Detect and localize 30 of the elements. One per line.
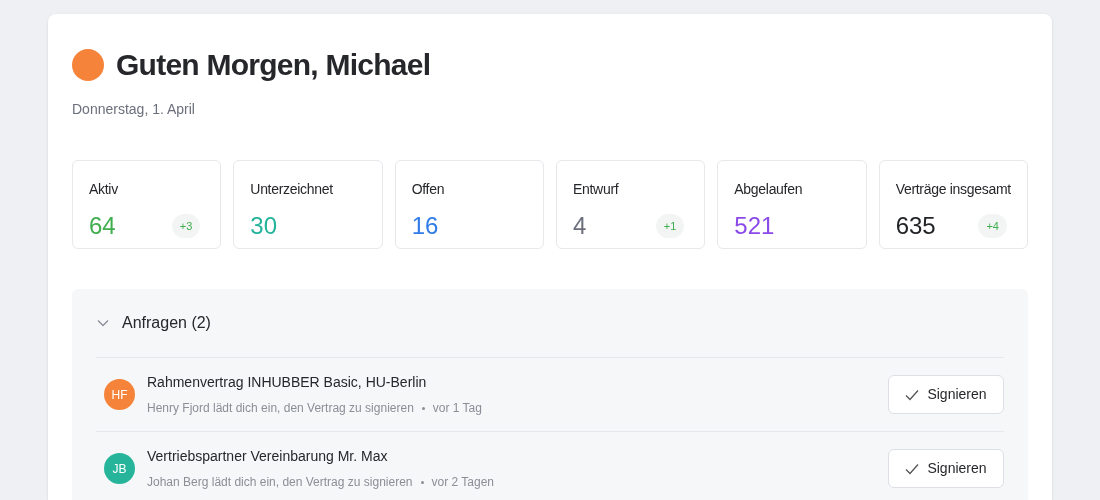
stat-label: Verträge insgesamt: [895, 180, 1011, 199]
invite-text: Johan Berg lädt dich ein, den Vertrag zu signieren: [147, 474, 413, 491]
date-text: Donnerstag, 1. April: [72, 100, 196, 119]
stat-label: Aktiv: [89, 180, 118, 199]
sign-button[interactable]: Signieren: [888, 449, 1004, 488]
stat-value: 16: [411, 211, 439, 241]
time-text: vor 1 Tag: [432, 400, 482, 417]
avatar: JB: [104, 453, 135, 484]
stat-label: Abgelaufen: [734, 180, 803, 199]
greeting-title: Guten Morgen, Michael: [116, 47, 431, 83]
stat-value: 30: [250, 211, 278, 241]
contract-title: Vertriebspartner Vereinbarung Mr. Max: [147, 447, 389, 466]
change-badge: +1: [655, 213, 685, 239]
stat-value: 64: [89, 211, 116, 241]
stat-value: 521: [734, 211, 775, 241]
sign-button[interactable]: Signieren: [888, 375, 1004, 414]
stat-value: 4: [573, 211, 587, 241]
stat-value: 635: [895, 211, 936, 241]
check-icon: [905, 388, 920, 401]
time-text: vor 2 Tagen: [431, 474, 494, 491]
contract-title: Rahmenvertrag INHUBBER Basic, HU-Berlin: [147, 373, 428, 392]
requests-toggle[interactable]: Anfragen (2): [96, 289, 211, 357]
avatar: HF: [104, 379, 135, 410]
change-badge: +3: [171, 213, 201, 239]
stat-label: Entwurf: [573, 180, 619, 199]
stat-label: Offen: [411, 180, 445, 199]
check-icon: [905, 462, 920, 475]
stat-label: Unterzeichnet: [250, 180, 333, 199]
change-badge: +4: [978, 213, 1007, 239]
invite-text: Henry Fjord lädt dich ein, den Vertrag zu signieren: [147, 400, 414, 417]
